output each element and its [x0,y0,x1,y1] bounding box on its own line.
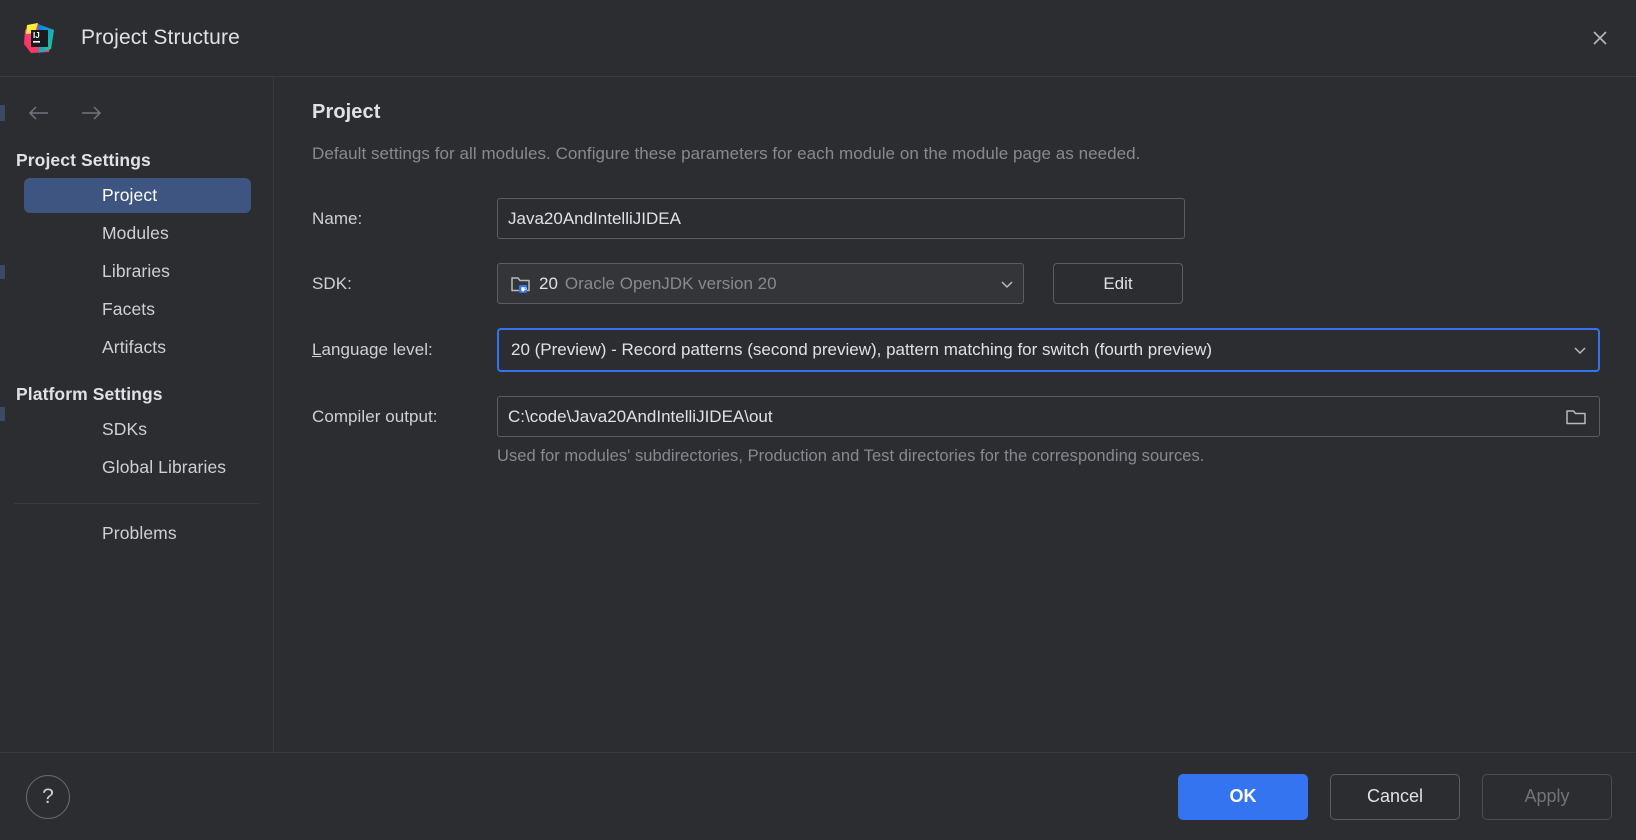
forward-arrow-icon[interactable] [78,100,104,126]
language-level-mnemonic: L [312,340,322,359]
sidebar-item-sdks[interactable]: SDKs [24,412,251,447]
close-icon[interactable] [1578,16,1622,60]
back-arrow-icon[interactable] [26,100,52,126]
sdk-row: SDK: 20 Oracle OpenJDK version 20 Edit [312,263,1602,304]
apply-label: Apply [1524,786,1570,806]
ok-button[interactable]: OK [1178,773,1308,820]
edit-sdk-button[interactable]: Edit [1053,263,1183,304]
window-title: Project Structure [81,26,240,49]
sdk-description-value: Oracle OpenJDK version 20 [564,273,777,293]
help-icon[interactable]: ? [26,774,70,819]
svg-text:IJ: IJ [33,31,40,40]
sidebar-item-problems[interactable]: Problems [24,516,251,551]
project-settings-panel: Project Default settings for all modules… [274,77,1636,752]
sidebar-item-modules[interactable]: Modules [24,216,251,251]
page-title: Project [312,101,381,123]
sidebar-item-facets[interactable]: Facets [24,292,251,327]
edit-sdk-label: Edit [1103,273,1133,293]
language-level-dropdown[interactable]: 20 (Preview) - Record patterns (second p… [497,328,1600,372]
dialog-body: Project Settings Project Modules Librari… [0,76,1636,752]
language-level-row: Language level: 20 (Preview) - Record pa… [312,328,1602,372]
sidebar-item-label: Facets [102,299,156,319]
language-level-label: Language level: [312,340,497,360]
ok-label: OK [1229,786,1257,806]
cancel-label: Cancel [1366,786,1424,806]
compiler-output-input[interactable]: C:\code\Java20AndIntelliJIDEA\out [497,396,1600,437]
project-name-value: Java20AndIntelliJIDEA [508,208,681,228]
sdk-version-value: 20 [539,273,558,293]
navigation-arrows [0,87,273,129]
browse-folder-icon[interactable] [1561,402,1591,432]
apply-button: Apply [1482,773,1612,820]
help-label: ? [42,784,54,808]
compiler-output-label: Compiler output: [312,406,438,426]
name-label: Name: [312,208,363,228]
sdk-dropdown[interactable]: 20 Oracle OpenJDK version 20 [497,263,1024,304]
sidebar-divider [14,503,259,504]
chevron-down-icon [989,276,1015,292]
sidebar-item-label: Libraries [102,261,171,281]
sidebar-item-label: SDKs [102,419,148,439]
language-level-value: 20 (Preview) - Record patterns (second p… [511,340,1213,359]
sidebar-item-artifacts[interactable]: Artifacts [24,330,251,365]
sidebar-item-project[interactable]: Project [24,178,251,213]
project-structure-dialog: IJ Project Structure Project Settings Pr… [0,0,1636,840]
settings-sidebar: Project Settings Project Modules Librari… [0,77,274,752]
compiler-output-hint: Used for modules' subdirectories, Produc… [497,447,1205,465]
edge-marker-2 [0,265,5,279]
compiler-output-row: Compiler output: C:\code\Java20AndIntell… [312,396,1602,437]
dialog-footer: ? OK Cancel Apply [0,752,1636,840]
intellij-idea-logo-icon: IJ [22,21,56,55]
project-name-input[interactable]: Java20AndIntelliJIDEA [497,198,1185,239]
group-header-platform-settings: Platform Settings [16,384,163,404]
sidebar-item-global-libraries[interactable]: Global Libraries [24,450,251,485]
edge-marker-1 [0,105,5,121]
name-row: Name: Java20AndIntelliJIDEA [312,198,1602,239]
group-header-project-settings: Project Settings [16,150,151,170]
footer-buttons: OK Cancel Apply [1178,773,1612,820]
sidebar-item-label: Project [102,185,158,205]
chevron-down-icon [1562,342,1588,358]
sidebar-item-label: Modules [102,223,169,243]
sidebar-item-label: Global Libraries [102,457,227,477]
sidebar-item-libraries[interactable]: Libraries [24,254,251,289]
title-bar: IJ Project Structure [0,0,1636,76]
page-description: Default settings for all modules. Config… [312,144,1141,163]
sdk-label: SDK: [312,273,352,293]
cancel-button[interactable]: Cancel [1330,773,1460,820]
sidebar-item-label: Artifacts [102,337,167,357]
jdk-folder-icon [510,273,532,295]
compiler-output-value: C:\code\Java20AndIntelliJIDEA\out [508,406,773,426]
language-level-label-rest: anguage level: [321,340,433,359]
edge-marker-3 [0,407,5,421]
sidebar-item-label: Problems [102,523,177,543]
